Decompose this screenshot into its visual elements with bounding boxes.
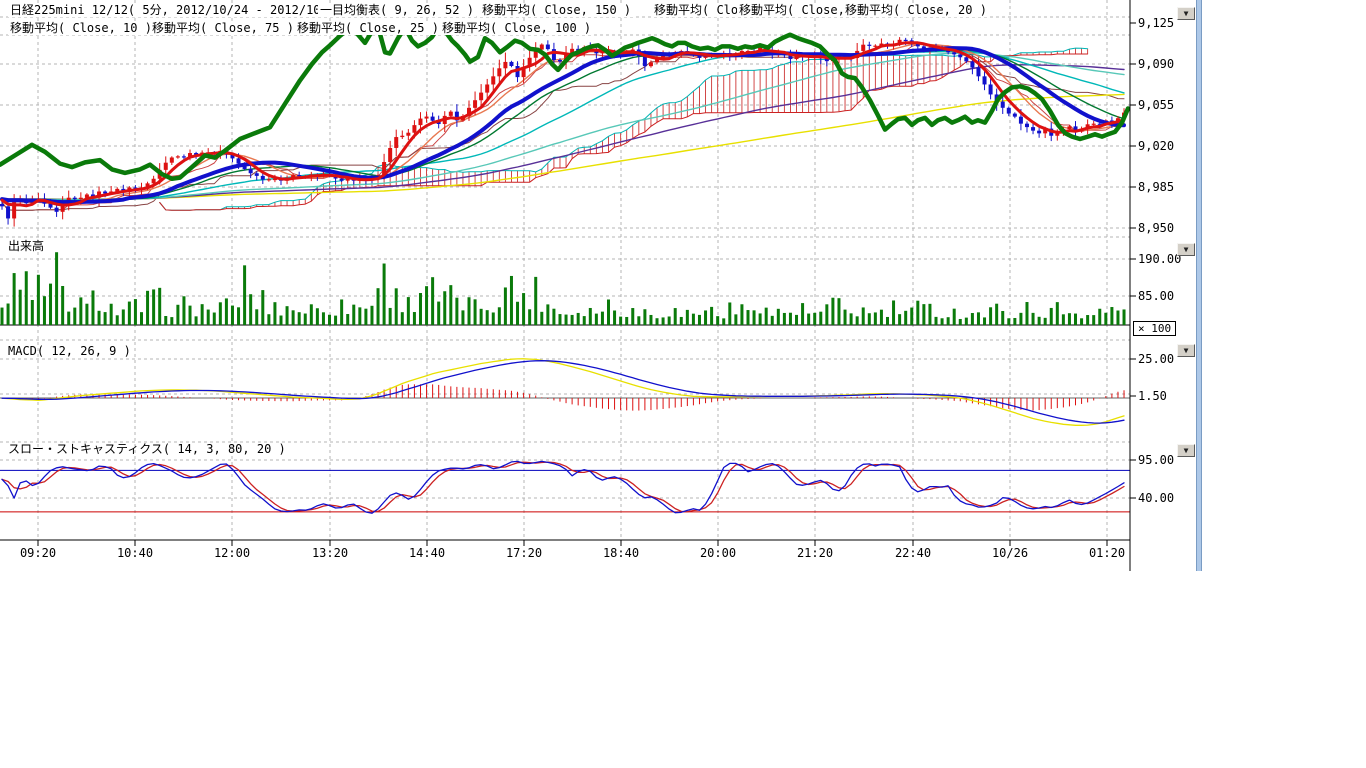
price-panel-dropdown-button[interactable]: ▼: [1177, 7, 1195, 20]
x-tick-1200: 12:00: [210, 546, 254, 560]
macd-panel-label: MACD( 12, 26, 9 ): [8, 344, 131, 358]
legend-ichimoku: 一目均衡表( 9, 26, 52 ): [318, 3, 476, 17]
stoch-panel-dropdown-button[interactable]: ▼: [1177, 444, 1195, 457]
x-tick-1840: 18:40: [599, 546, 643, 560]
x-tick-0120: 01:20: [1085, 546, 1129, 560]
price-tick-8950: 8,950: [1138, 221, 1174, 235]
stoch-panel-label: スロー・ストキャスティクス( 14, 3, 80, 20 ): [8, 442, 286, 456]
macd-tick-25: 25.00: [1138, 352, 1174, 366]
price-tick-8985: 8,985: [1138, 180, 1174, 194]
price-tick-9090: 9,090: [1138, 57, 1174, 71]
chart-plot-area: [0, 0, 1205, 575]
x-tick-1320: 13:20: [308, 546, 352, 560]
volume-panel-dropdown-button[interactable]: ▼: [1177, 243, 1195, 256]
volume-tick-85: 85.00: [1138, 289, 1174, 303]
x-tick-2000: 20:00: [696, 546, 740, 560]
legend-ma10: 移動平均( Close, 10 ): [8, 21, 154, 35]
x-tick-1040: 10:40: [113, 546, 157, 560]
price-tick-9020: 9,020: [1138, 139, 1174, 153]
chart-application-window: 日経225mini 12/12( 5分, 2012/10/24 - 2012/1…: [0, 0, 1366, 768]
macd-panel-dropdown-button[interactable]: ▼: [1177, 344, 1195, 357]
macd-tick-15: 1.50: [1138, 389, 1167, 403]
volume-multiplier-box: × 100: [1133, 321, 1176, 336]
x-tick-0920: 09:20: [16, 546, 60, 560]
x-tick-1026: 10/26: [988, 546, 1032, 560]
legend-ma25: 移動平均( Close, 25 ): [295, 21, 441, 35]
legend-ma20: 移動平均( Close, 20 ): [843, 3, 989, 17]
legend-ma150: 移動平均( Close, 150 ): [480, 3, 633, 17]
stoch-tick-40: 40.00: [1138, 491, 1174, 505]
volume-panel-label: 出来高: [8, 239, 44, 253]
x-tick-2240: 22:40: [891, 546, 935, 560]
vertical-scrollbar[interactable]: [1196, 0, 1202, 571]
x-tick-1720: 17:20: [502, 546, 546, 560]
stoch-tick-95: 95.00: [1138, 453, 1174, 467]
price-tick-9125: 9,125: [1138, 16, 1174, 30]
x-tick-2120: 21:20: [793, 546, 837, 560]
x-tick-1440: 14:40: [405, 546, 449, 560]
chart-title: 日経225mini 12/12( 5分, 2012/10/24 - 2012/1…: [8, 3, 359, 17]
volume-tick-190: 190.00: [1138, 252, 1181, 266]
legend-ma75: 移動平均( Close, 75 ): [150, 21, 296, 35]
legend-ma100: 移動平均( Close, 100 ): [440, 21, 593, 35]
price-tick-9055: 9,055: [1138, 98, 1174, 112]
